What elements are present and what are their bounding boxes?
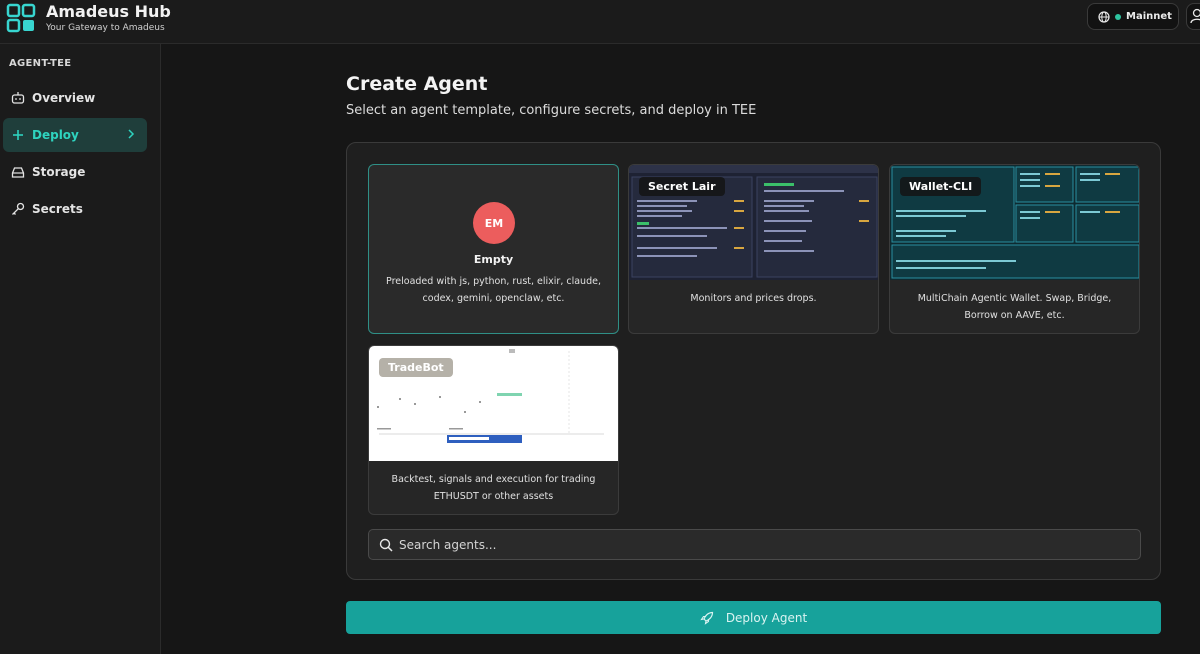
page-subtitle: Select an agent template, configure secr… xyxy=(346,103,757,118)
plus-icon xyxy=(9,126,27,144)
key-icon xyxy=(9,200,27,218)
search-input[interactable] xyxy=(399,535,1119,555)
template-description: codex, gemini, openclaw, etc. xyxy=(422,293,565,304)
chevron-right-icon xyxy=(128,129,135,139)
network-label: Mainnet xyxy=(1126,11,1172,22)
network-selector[interactable]: Mainnet xyxy=(1087,3,1179,30)
template-description: Borrow on AAVE, etc. xyxy=(964,310,1065,321)
amadeus-logo[interactable] xyxy=(6,3,36,33)
template-card-secret-lair[interactable]: Secret Lair Monitors and prices drops. xyxy=(628,164,879,334)
template-name: TradeBot xyxy=(379,358,453,377)
template-card-empty[interactable]: EM Empty Preloaded with js, python, rust… xyxy=(368,164,619,334)
template-name: Secret Lair xyxy=(639,177,725,196)
sidebar-item-overview[interactable]: Overview xyxy=(3,81,147,115)
template-description: MultiChain Agentic Wallet. Swap, Bridge, xyxy=(917,293,1112,304)
template-description: Monitors and prices drops. xyxy=(690,293,817,304)
hard-drive-icon xyxy=(9,163,27,181)
search-bar xyxy=(368,529,1141,560)
sidebar-item-secrets[interactable]: Secrets xyxy=(3,192,147,226)
template-description: Backtest, signals and execution for trad… xyxy=(391,474,596,485)
template-name: Wallet-CLI xyxy=(900,177,982,196)
template-name: Empty xyxy=(473,253,514,266)
globe-icon xyxy=(1098,10,1110,23)
template-description: Preloaded with js, python, rust, elixir,… xyxy=(386,276,601,287)
sidebar-item-label: Secrets xyxy=(32,202,83,216)
rocket-icon xyxy=(700,611,713,625)
page-title: Create Agent xyxy=(346,73,488,95)
user-menu-button[interactable] xyxy=(1186,3,1200,30)
deploy-agent-button[interactable]: Deploy Agent xyxy=(346,601,1161,634)
template-description: ETHUSDT or other assets xyxy=(433,491,554,502)
brand-title: Amadeus Hub xyxy=(46,2,171,21)
top-bar: Amadeus Hub Your Gateway to Amadeus Main… xyxy=(0,0,1200,44)
sidebar: AGENT-TEE Overview Deploy Storage Secret… xyxy=(0,44,161,654)
sidebar-item-deploy[interactable]: Deploy xyxy=(3,118,147,152)
template-badge: EM xyxy=(473,202,515,244)
sidebar-section-title: AGENT-TEE xyxy=(9,58,72,69)
robot-icon xyxy=(9,89,27,107)
template-card-tradebot[interactable]: TradeBot Backtest, signals and execution… xyxy=(368,345,619,515)
sidebar-item-label: Storage xyxy=(32,165,86,179)
brand-subtitle: Your Gateway to Amadeus xyxy=(46,23,165,33)
network-status-dot xyxy=(1115,13,1121,20)
template-panel: EM Empty Preloaded with js, python, rust… xyxy=(346,142,1161,580)
search-icon xyxy=(379,538,393,552)
sidebar-item-storage[interactable]: Storage xyxy=(3,155,147,189)
template-card-wallet-cli[interactable]: Wallet-CLI MultiChain Agentic Wallet. Sw… xyxy=(889,164,1140,334)
sidebar-item-label: Overview xyxy=(32,91,96,105)
user-icon xyxy=(1190,8,1200,24)
sidebar-item-label: Deploy xyxy=(32,128,79,142)
deploy-button-label: Deploy Agent xyxy=(725,610,808,625)
